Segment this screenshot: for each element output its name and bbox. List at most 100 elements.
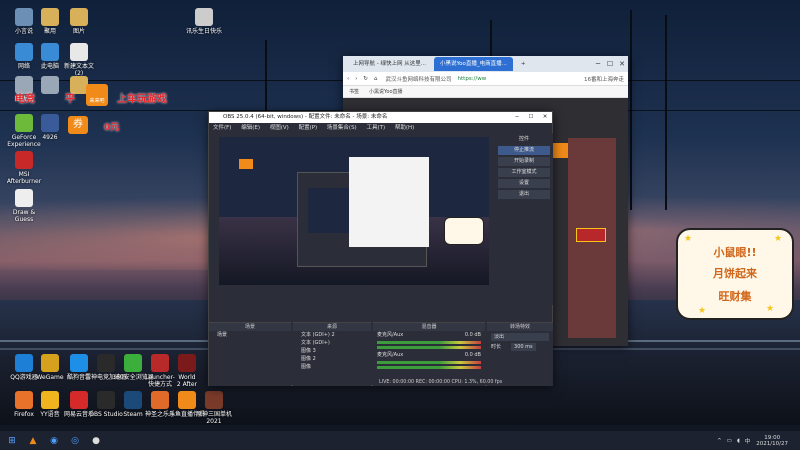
mixer-dock: 混音器 麦克风/Aux 0.0 dB 麦克风/Aux 0.0 dB — [373, 322, 485, 386]
star-icon: ★ — [766, 304, 775, 314]
home-icon[interactable]: ⌂ — [374, 76, 378, 82]
app-icon — [205, 391, 223, 409]
desktop-icon-label: Experience — [7, 141, 41, 148]
site-owner: 武汉斗鱼网络科技有限公司 — [385, 76, 452, 83]
desktop-icon-label: 2 After — [176, 381, 198, 388]
app-icon — [70, 43, 88, 61]
browser-tab-active[interactable]: 小黑说Yoo直播_电商直播... — [433, 57, 513, 71]
coupon-badge: 券 — [68, 116, 88, 134]
browser-tabbar: 上网导航 - 绿快上网 从这里... 小黑说Yoo直播_电商直播... + ─ … — [343, 56, 628, 72]
browser-tab[interactable]: 上网导航 - 绿快上网 从这里... — [347, 57, 432, 71]
menu-profile[interactable]: 配置(P) — [299, 125, 318, 131]
obs-app-icon[interactable]: ● — [87, 433, 105, 448]
desktop-icon[interactable]: 讯乐生日快乐 — [182, 8, 226, 35]
desktop-icon[interactable]: 新建文本文 (2) — [57, 43, 101, 77]
source-item[interactable]: 图像 — [293, 363, 371, 371]
sources-dock: 来源 文本 (GDI+) 2 文本 (GDI+) 图像 3 图像 2 图像 — [293, 322, 371, 386]
forward-icon[interactable]: › — [355, 76, 357, 82]
desktop-icon[interactable]: MSI Afterburner — [2, 151, 46, 185]
app-icon — [15, 151, 33, 169]
browser-app-icon[interactable]: ◉ — [45, 433, 63, 448]
overlay-text-right: 上车玩游戏 — [117, 94, 167, 105]
transition-select[interactable]: 淡出 — [491, 333, 549, 341]
source-item[interactable]: 图像 2 — [293, 355, 371, 363]
maximize-button[interactable]: ☐ — [604, 60, 616, 68]
exit-button[interactable]: 退出 — [498, 190, 550, 199]
network-icon[interactable]: ▭ — [727, 438, 732, 444]
obs-titlebar: OBS 25.0.4 (64-bit, windows) - 配置文件: 未命名… — [209, 112, 552, 123]
refresh-icon[interactable]: ↻ — [363, 76, 368, 82]
scene-item[interactable]: 场景 — [209, 331, 291, 339]
obs-title: OBS 25.0.4 (64-bit, windows) - 配置文件: 未命名… — [223, 114, 388, 120]
desktop-icon[interactable]: 4926 — [28, 114, 72, 141]
settings-button[interactable]: 设置 — [498, 179, 550, 188]
desktop-icon-label: MSI — [18, 171, 30, 178]
volume-meter — [377, 366, 481, 369]
source-item[interactable]: 文本 (GDI+) 2 — [293, 331, 371, 339]
mixer-track-name: 麦克风/Aux — [377, 352, 404, 358]
obs-preview[interactable] — [219, 137, 489, 285]
mixer-header: 混音器 — [373, 323, 485, 331]
desktop-icon[interactable]: 原神三国单机 2021 — [192, 391, 236, 425]
obs-window[interactable]: OBS 25.0.4 (64-bit, windows) - 配置文件: 未命名… — [208, 111, 553, 386]
back-icon[interactable]: ‹ — [347, 76, 349, 82]
desktop-icon-label: Afterburner — [6, 178, 42, 185]
star-icon: ★ — [774, 234, 783, 244]
promo-line: 旺财集 — [718, 290, 752, 303]
star-icon: ★ — [684, 234, 693, 244]
bookmark-bar: 书签 小黑说Yoo直播 — [343, 86, 628, 98]
app-icon — [195, 8, 213, 26]
nested-browser — [349, 157, 429, 247]
chevron-up-icon[interactable]: ^ — [717, 438, 722, 444]
transitions-header: 转场特效 — [487, 323, 553, 331]
menu-tools[interactable]: 工具(T) — [366, 125, 385, 131]
mixer-track-value: 0.0 dB — [464, 352, 481, 358]
scenes-header: 场景 — [209, 323, 291, 331]
clock[interactable]: 19:00 2021/10/27 — [756, 435, 788, 447]
overlay-text-mid: 平 — [65, 94, 75, 105]
app-icon — [70, 8, 88, 26]
ime-icon[interactable]: 中 — [745, 437, 751, 445]
desktop-icon[interactable]: 图片 — [57, 8, 101, 35]
source-item[interactable]: 图像 3 — [293, 347, 371, 355]
desktop-icon[interactable]: World 2 After — [165, 354, 209, 388]
maximize-button[interactable]: ☐ — [524, 112, 538, 123]
address-bar[interactable]: ‹ › ↻ ⌂ 武汉斗鱼网络科技有限公司 https://ww 16番和上海奔走 — [343, 72, 628, 86]
stop-stream-button[interactable]: 停止推流 — [498, 146, 550, 155]
star-icon: ★ — [698, 306, 707, 316]
menu-scene-collection[interactable]: 场景集合(S) — [327, 125, 357, 131]
start-icon[interactable]: ⊞ — [3, 433, 21, 448]
nested-promo-card — [444, 217, 484, 245]
bookmark-item[interactable]: 小黑说Yoo直播 — [369, 88, 403, 95]
menu-edit[interactable]: 编辑(E) — [241, 125, 260, 131]
desktop-icon-label: 原神三国单机 — [195, 411, 232, 418]
start-record-button[interactable]: 开始录制 — [498, 157, 550, 166]
mixer-track-value: 0.0 dB — [464, 332, 481, 338]
close-button[interactable]: ✕ — [538, 112, 552, 123]
studio-mode-button[interactable]: 工作室模式 — [498, 168, 550, 177]
power-tower — [665, 15, 667, 210]
menu-view[interactable]: 视图(V) — [270, 125, 289, 131]
obs-statusbar: LIVE: 00:00:00 REC: 00:00:00 CPU: 1.3%, … — [379, 380, 503, 385]
taskbar: ⊞ ▲ ◉ ◎ ● ^ ▭ ◖ 中 19:00 2021/10/27 — [0, 431, 800, 450]
menu-file[interactable]: 文件(F) — [213, 125, 231, 131]
promo-banner — [576, 228, 606, 242]
promo-line: 月饼起来 — [713, 267, 757, 280]
bookmark-item[interactable]: 书签 — [349, 88, 359, 95]
menu-help[interactable]: 帮助(H) — [395, 125, 414, 131]
source-item[interactable]: 文本 (GDI+) — [293, 339, 371, 347]
duration-input[interactable]: 300 ms — [511, 343, 536, 351]
browser-app-icon[interactable]: ◎ — [66, 433, 84, 448]
desktop-icon[interactable]: Draw & Guess — [2, 189, 46, 223]
clock-date: 2021/10/27 — [756, 440, 788, 447]
new-tab-button[interactable]: + — [515, 57, 532, 71]
speaker-icon[interactable]: ◖ — [737, 438, 740, 444]
system-tray: ^ ▭ ◖ 中 19:00 2021/10/27 — [712, 435, 800, 447]
close-button[interactable]: ✕ — [616, 60, 628, 68]
app-icon[interactable]: ▲ — [24, 433, 42, 448]
minimize-button[interactable]: ─ — [510, 112, 524, 123]
live-badge: 来来吧 — [86, 84, 108, 106]
url-text[interactable]: https://ww — [458, 76, 487, 82]
desktop-icon-label: 讯乐生日快乐 — [185, 28, 222, 35]
minimize-button[interactable]: ─ — [592, 60, 604, 68]
